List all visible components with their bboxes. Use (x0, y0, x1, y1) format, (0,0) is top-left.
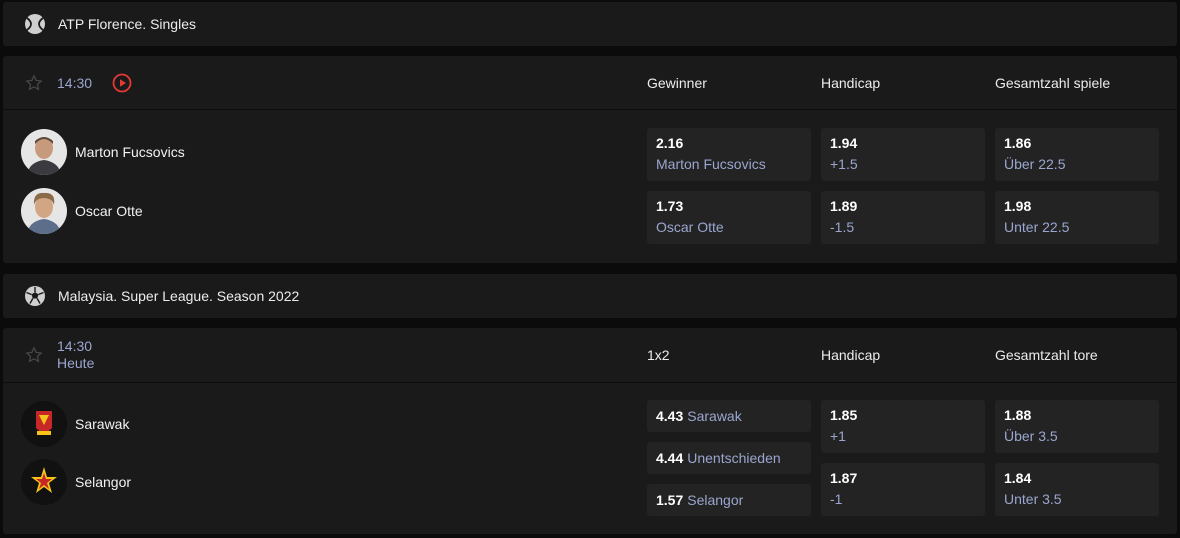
favorite-star-icon[interactable] (25, 74, 43, 92)
odd-label: -1.5 (830, 219, 855, 235)
match-card-fucsovics-otte: 14:30 Gewinner Handicap Gesamtzahl spiel… (3, 56, 1177, 263)
team-name: Marton Fucsovics (75, 144, 185, 160)
odd-value: 1.89 (830, 198, 858, 214)
odd-label: Oscar Otte (656, 219, 724, 235)
match-day: Heute (57, 355, 95, 371)
team-crest-sarawak (21, 401, 67, 447)
odd-button-winner-away[interactable]: 1.73 Oscar Otte (647, 191, 811, 244)
odd-value: 4.43 (656, 408, 684, 424)
odd-label: Marton Fucsovics (656, 156, 766, 172)
odd-label: Unentschieden (687, 450, 781, 466)
odd-label: Selangor (687, 492, 744, 508)
odd-button-handicap-away[interactable]: 1.87 -1 (821, 463, 985, 516)
odd-label: -1 (830, 491, 843, 507)
odd-button-handicap-away[interactable]: 1.89 -1.5 (821, 191, 985, 244)
match-card-sarawak-selangor: 14:30 Heute 1x2 Handicap Gesamtzahl tore… (3, 328, 1177, 534)
odd-button-total-under[interactable]: 1.98 Unter 22.5 (995, 191, 1159, 244)
odd-button-1x2-home[interactable]: 4.43 Sarawak (647, 400, 811, 432)
odd-value: 1.87 (830, 470, 858, 486)
market-header-handicap: Handicap (821, 347, 881, 363)
odd-value: 4.44 (656, 450, 684, 466)
team-row-away[interactable]: Selangor (21, 459, 131, 505)
team-name: Oscar Otte (75, 203, 143, 219)
team-row-away[interactable]: Oscar Otte (21, 188, 143, 234)
odd-value: 1.94 (830, 135, 858, 151)
odd-button-handicap-home[interactable]: 1.85 +1 (821, 400, 985, 453)
odd-label: Über 3.5 (1004, 428, 1058, 444)
odd-value: 1.57 (656, 492, 684, 508)
team-name: Sarawak (75, 416, 130, 432)
team-row-home[interactable]: Sarawak (21, 401, 129, 447)
soccer-ball-icon (24, 285, 46, 307)
live-stream-play-icon[interactable] (112, 73, 132, 93)
league-title: ATP Florence. Singles (58, 16, 196, 32)
odd-button-total-over[interactable]: 1.88 Über 3.5 (995, 400, 1159, 453)
market-header-total: Gesamtzahl tore (995, 347, 1098, 363)
odd-button-winner-home[interactable]: 2.16 Marton Fucsovics (647, 128, 811, 181)
market-header-total: Gesamtzahl spiele (995, 75, 1111, 91)
odd-label: Über 22.5 (1004, 156, 1066, 172)
player-avatar (21, 129, 67, 175)
odd-label: +1 (830, 428, 846, 444)
market-header-winner: Gewinner (647, 75, 707, 91)
odd-label: Unter 3.5 (1004, 491, 1062, 507)
match-header: 14:30 Heute 1x2 Handicap Gesamtzahl tore (3, 328, 1177, 383)
odd-label: +1.5 (830, 156, 858, 172)
odd-value: 1.86 (1004, 135, 1032, 151)
odd-value: 2.16 (656, 135, 684, 151)
odd-value: 1.84 (1004, 470, 1032, 486)
team-row-home[interactable]: Marton Fucsovics (21, 129, 185, 175)
odd-label: Unter 22.5 (1004, 219, 1070, 235)
match-time: 14:30 (57, 338, 93, 354)
odd-value: 1.98 (1004, 198, 1032, 214)
player-avatar (21, 188, 67, 234)
market-header-1x2: 1x2 (647, 347, 670, 363)
team-crest-selangor (21, 459, 67, 505)
odd-value: 1.73 (656, 198, 684, 214)
odd-value: 1.85 (830, 407, 858, 423)
odd-button-total-over[interactable]: 1.86 Über 22.5 (995, 128, 1159, 181)
odd-button-1x2-draw[interactable]: 4.44 Unentschieden (647, 442, 811, 474)
market-header-handicap: Handicap (821, 75, 881, 91)
team-name: Selangor (75, 474, 132, 490)
tennis-ball-icon (24, 13, 46, 35)
match-time: 14:30 (57, 75, 93, 91)
match-header: 14:30 Gewinner Handicap Gesamtzahl spiel… (3, 56, 1177, 110)
odd-button-1x2-away[interactable]: 1.57 Selangor (647, 484, 811, 516)
odd-value: 1.88 (1004, 407, 1032, 423)
favorite-star-icon[interactable] (25, 346, 43, 364)
league-header-malaysia-super-league[interactable]: Malaysia. Super League. Season 2022 (3, 274, 1177, 318)
league-header-atp-florence[interactable]: ATP Florence. Singles (3, 2, 1177, 46)
odd-button-total-under[interactable]: 1.84 Unter 3.5 (995, 463, 1159, 516)
odd-button-handicap-home[interactable]: 1.94 +1.5 (821, 128, 985, 181)
league-title: Malaysia. Super League. Season 2022 (58, 288, 300, 304)
odd-label: Sarawak (687, 408, 742, 424)
